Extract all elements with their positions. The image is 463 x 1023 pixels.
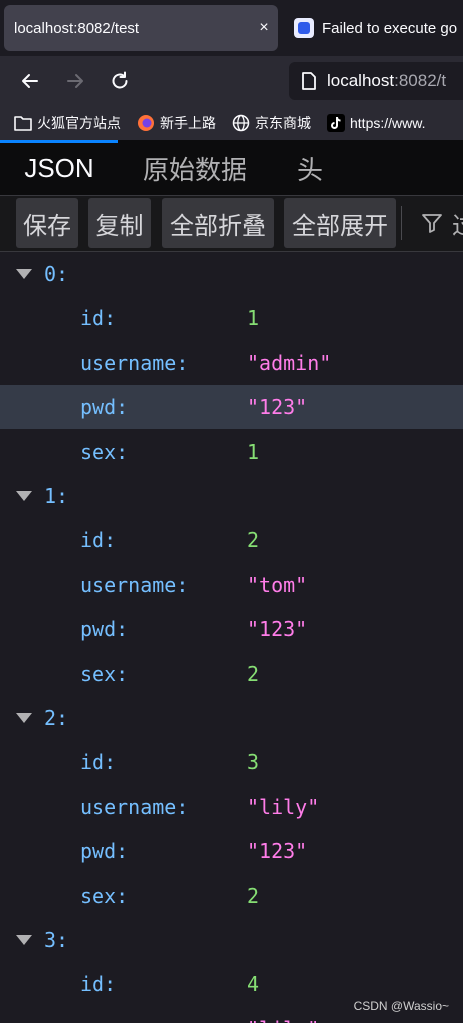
toolbar-divider xyxy=(401,206,402,240)
field-key: pwd: xyxy=(80,395,129,420)
browser-tab-inactive[interactable]: Failed to execute go xyxy=(292,5,463,51)
browser-tab-active[interactable]: localhost:8082/test × xyxy=(4,5,278,51)
field-key: sex: xyxy=(80,661,129,686)
field-value: 4 xyxy=(247,972,260,997)
triangle-down-icon[interactable] xyxy=(14,930,34,950)
bookmark-firefox-site[interactable]: 火狐官方站点 xyxy=(14,113,121,133)
bookmark-tiktok[interactable]: https://www. xyxy=(327,114,425,132)
url-host: localhost xyxy=(327,71,395,90)
field-key: username: xyxy=(80,794,189,819)
tree-index: 3: xyxy=(44,928,69,952)
field-key: id: xyxy=(80,750,117,775)
triangle-down-icon[interactable] xyxy=(14,264,34,284)
bookmark-label: https://www. xyxy=(350,115,426,131)
bookmark-getting-started[interactable]: 新手上路 xyxy=(137,113,216,133)
tiktok-icon xyxy=(327,114,345,132)
json-viewer-tabs: JSON 原始数据 头 xyxy=(0,140,463,196)
json-tree: 0: id: 1 username: "admin" pwd: "123" sex: 1 1: id… xyxy=(0,252,463,1023)
tab-headers[interactable]: 头 xyxy=(272,140,348,196)
field-key: username: xyxy=(80,572,189,597)
tree-field-row[interactable]: pwd: "123" xyxy=(0,607,463,651)
field-value: 3 xyxy=(247,750,260,775)
bookmark-label: 京东商城 xyxy=(255,115,311,131)
bookmark-label: 火狐官方站点 xyxy=(37,115,121,131)
field-key: username: xyxy=(80,1017,188,1023)
tree-object-row[interactable]: 2: xyxy=(0,696,463,740)
tree-field-row[interactable]: username: "lily" xyxy=(0,785,463,829)
triangle-down-icon[interactable] xyxy=(14,486,34,506)
tree-field-row[interactable]: id: 2 xyxy=(0,518,463,562)
page-icon xyxy=(302,72,316,90)
watermark: CSDN @Wassio~ xyxy=(353,999,449,1013)
save-button[interactable]: 保存 xyxy=(16,198,78,248)
reload-icon xyxy=(112,71,128,89)
field-value: "lily" xyxy=(247,794,320,819)
field-key: id: xyxy=(80,528,117,553)
tree-object-row[interactable]: 0: xyxy=(0,252,463,296)
field-value: "lily" xyxy=(247,1017,319,1023)
field-value: "123" xyxy=(247,395,308,420)
tree-index: 1: xyxy=(44,484,69,508)
tree-field-row[interactable]: sex: 2 xyxy=(0,874,463,918)
field-key: pwd: xyxy=(80,839,129,864)
field-key: id: xyxy=(80,306,117,331)
baidu-icon xyxy=(294,18,314,38)
tree-field-row[interactable]: pwd: "123" xyxy=(0,385,463,430)
copy-button[interactable]: 复制 xyxy=(88,198,151,248)
field-value: "123" xyxy=(247,839,308,864)
filter-icon xyxy=(422,214,442,233)
filter-placeholder: 过 xyxy=(452,206,463,241)
globe-icon xyxy=(232,114,250,132)
tree-field-row[interactable]: username: "admin" xyxy=(0,341,463,385)
json-toolbar: 保存 复制 全部折叠 全部展开 过 xyxy=(0,196,463,252)
folder-icon xyxy=(14,114,32,132)
back-button[interactable] xyxy=(14,65,46,97)
arrow-left-icon xyxy=(22,74,38,88)
browser-tab-strip: localhost:8082/test × Failed to execute … xyxy=(0,0,463,56)
tab-close-button[interactable]: × xyxy=(250,19,278,37)
field-key: pwd: xyxy=(80,617,129,642)
collapse-all-button[interactable]: 全部折叠 xyxy=(162,198,274,248)
triangle-down-icon[interactable] xyxy=(14,708,34,728)
field-value: "123" xyxy=(247,617,308,642)
url-rest: :8082/t xyxy=(394,71,447,90)
field-value: "admin" xyxy=(247,350,332,375)
url-bar[interactable]: localhost:8082/t xyxy=(289,62,463,100)
reload-button[interactable] xyxy=(104,65,136,97)
tree-object-row[interactable]: 3: xyxy=(0,918,463,962)
field-key: id: xyxy=(80,972,117,997)
arrow-right-icon xyxy=(67,74,83,88)
field-value: 2 xyxy=(247,883,260,908)
filter-input[interactable]: 过 xyxy=(420,205,463,241)
tab-json[interactable]: JSON xyxy=(0,140,118,196)
expand-all-button[interactable]: 全部展开 xyxy=(284,198,396,248)
tree-field-row[interactable]: sex: 1 xyxy=(0,430,463,474)
field-value: 1 xyxy=(247,306,260,331)
tab-raw-data[interactable]: 原始数据 xyxy=(124,140,266,196)
tree-field-row[interactable]: sex: 2 xyxy=(0,652,463,696)
tree-field-row[interactable]: pwd: "123" xyxy=(0,829,463,873)
tree-object-row[interactable]: 1: xyxy=(0,474,463,518)
bookmark-jd[interactable]: 京东商城 xyxy=(232,113,311,133)
field-key: sex: xyxy=(80,883,129,908)
bookmark-label: 新手上路 xyxy=(160,115,216,131)
tree-field-row[interactable]: id: 3 xyxy=(0,740,463,784)
field-key: sex: xyxy=(80,439,129,464)
firefox-icon xyxy=(137,114,155,132)
tree-field-row[interactable]: username: "tom" xyxy=(0,563,463,607)
tab-title: Failed to execute go xyxy=(322,19,458,37)
tree-index: 0: xyxy=(44,262,69,286)
field-value: 2 xyxy=(247,661,260,686)
tab-title: localhost:8082/test xyxy=(14,19,140,37)
navigation-bar: localhost:8082/t xyxy=(0,56,463,106)
forward-button[interactable] xyxy=(59,65,91,97)
field-value: "tom" xyxy=(247,572,308,597)
tree-index: 2: xyxy=(44,706,69,730)
field-value: 2 xyxy=(247,528,260,553)
bookmarks-bar: 火狐官方站点 新手上路 京东商城 https://www. xyxy=(0,106,463,140)
tree-field-row[interactable]: id: 1 xyxy=(0,296,463,340)
field-key: username: xyxy=(80,350,189,375)
field-value: 1 xyxy=(247,439,260,464)
